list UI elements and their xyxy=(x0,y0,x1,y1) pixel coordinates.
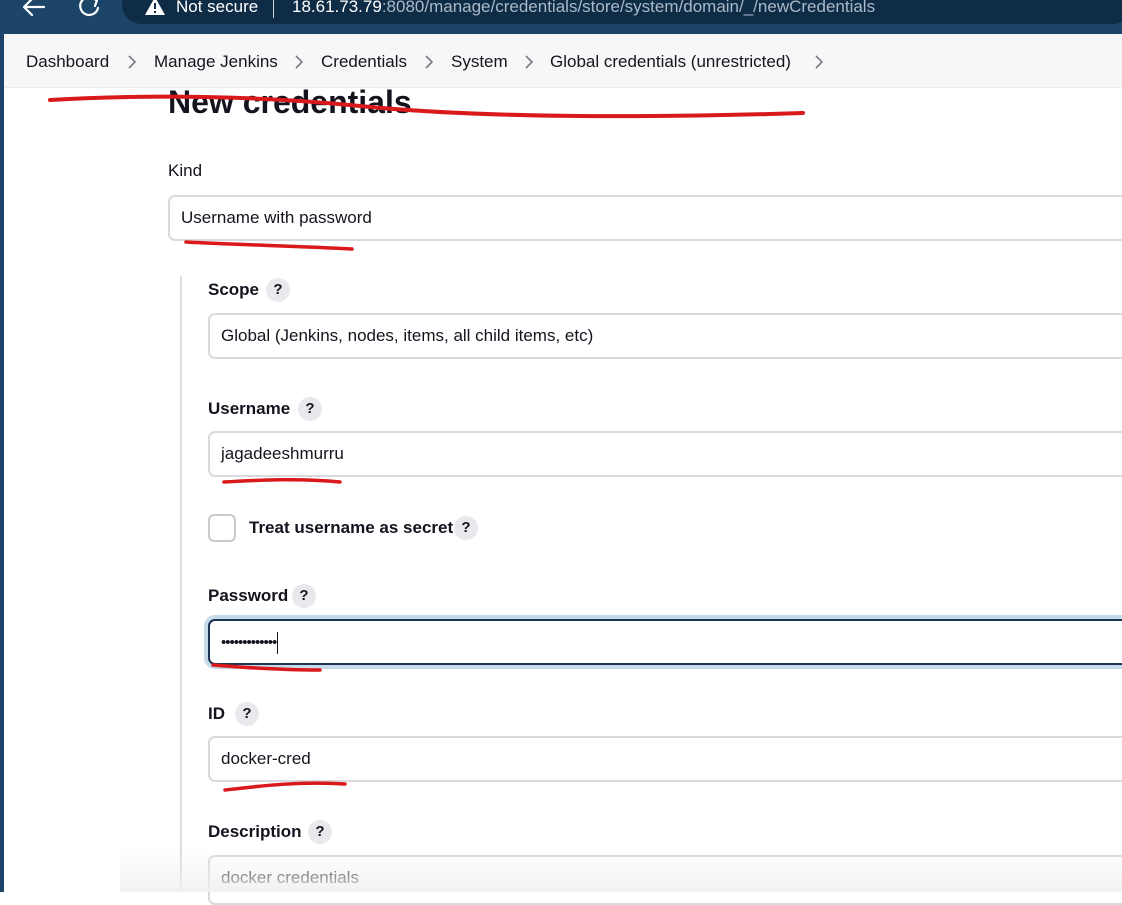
breadcrumb: Dashboard Manage Jenkins Credentials Sys… xyxy=(4,34,1122,88)
id-label: ID xyxy=(208,704,225,723)
text-cursor xyxy=(277,631,279,654)
breadcrumb-global-credentials[interactable]: Global credentials (unrestricted) xyxy=(550,52,791,72)
chevron-right-icon xyxy=(128,55,137,69)
username-help-icon[interactable]: ? xyxy=(298,397,322,421)
scope-label: Scope xyxy=(208,280,260,299)
scope-help-icon[interactable]: ? xyxy=(266,278,290,302)
id-help-icon[interactable]: ? xyxy=(235,702,259,726)
id-input[interactable]: docker-cred xyxy=(208,736,1122,782)
security-status-label[interactable]: Not secure xyxy=(176,0,258,17)
breadcrumb-manage-jenkins[interactable]: Manage Jenkins xyxy=(154,52,278,72)
page-title: New credentials xyxy=(168,84,412,120)
chevron-right-icon xyxy=(425,55,434,69)
url-host: 18.61.73.79 xyxy=(292,0,382,16)
kind-select[interactable]: Username with password xyxy=(168,195,1122,241)
description-help-icon[interactable]: ? xyxy=(308,820,332,844)
url-text[interactable]: 18.61.73.79:8080/manage/credentials/stor… xyxy=(292,0,875,17)
kind-label: Kind xyxy=(168,161,203,180)
username-input[interactable]: jagadeeshmurru xyxy=(208,431,1122,477)
chevron-right-icon[interactable] xyxy=(814,55,824,69)
username-label: Username xyxy=(208,399,291,418)
back-arrow-icon[interactable] xyxy=(20,0,48,20)
password-input[interactable]: ••••••••••••• xyxy=(208,619,1122,665)
breadcrumb-credentials[interactable]: Credentials xyxy=(321,52,407,72)
treat-secret-help-icon[interactable]: ? xyxy=(454,516,478,540)
breadcrumb-dashboard[interactable]: Dashboard xyxy=(26,52,109,72)
password-value: ••••••••••••• xyxy=(221,634,277,651)
password-label: Password xyxy=(208,586,289,605)
scope-select[interactable]: Global (Jenkins, nodes, items, all child… xyxy=(208,313,1122,359)
bottom-fade xyxy=(120,850,1122,892)
treat-username-secret-label[interactable]: Treat username as secret xyxy=(249,518,453,538)
reload-icon[interactable] xyxy=(75,0,103,20)
warning-icon[interactable] xyxy=(144,0,166,16)
breadcrumb-system[interactable]: System xyxy=(451,52,508,72)
url-divider xyxy=(273,0,274,18)
chevron-right-icon xyxy=(525,55,534,69)
url-path: :8080/manage/credentials/store/system/do… xyxy=(381,0,876,16)
section-divider xyxy=(180,276,182,892)
description-label: Description xyxy=(208,822,302,841)
password-help-icon[interactable]: ? xyxy=(292,584,316,608)
treat-username-secret-checkbox[interactable] xyxy=(208,514,236,542)
chevron-right-icon xyxy=(295,55,304,69)
